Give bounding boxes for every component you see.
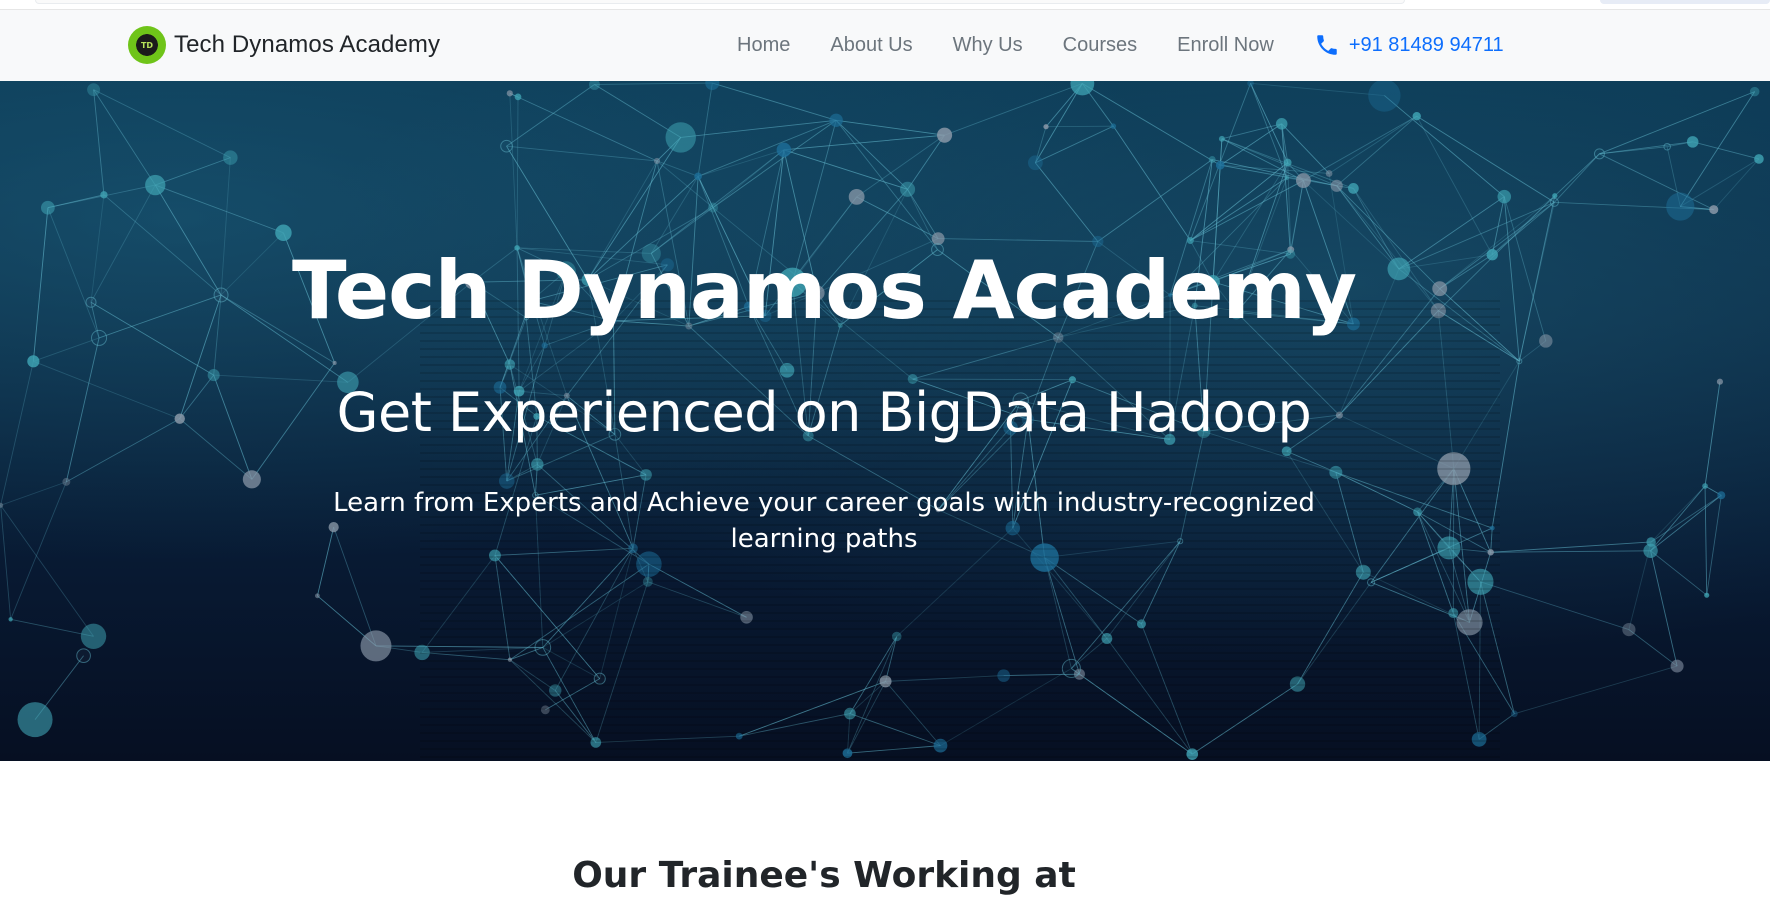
nav-link-home[interactable]: Home: [737, 34, 790, 57]
browser-top-strip: [0, 0, 1770, 10]
hero-title: Tech Dynamos Academy: [291, 244, 1357, 337]
brand-logo-icon: TD: [128, 26, 166, 64]
nav-link-about-us[interactable]: About Us: [830, 34, 912, 57]
brand-name: Tech Dynamos Academy: [174, 31, 441, 58]
brand-logo-text: TD: [140, 40, 154, 50]
nav-link-enroll-now[interactable]: Enroll Now: [1177, 34, 1274, 57]
trainees-heading: Our Trainee's Working at: [572, 854, 1076, 896]
nav-link-courses[interactable]: Courses: [1063, 34, 1137, 57]
navbar: TD Tech Dynamos Academy Home About Us Wh…: [0, 10, 1770, 81]
phone-number: +91 81489 94711: [1348, 33, 1504, 56]
hero-subtitle: Get Experienced on BigData Hadoop: [336, 381, 1312, 444]
phone-link[interactable]: +91 81489 94711: [1314, 32, 1504, 58]
nav-link-why-us[interactable]: Why Us: [953, 34, 1023, 57]
phone-icon: [1317, 35, 1337, 55]
nav-links: Home About Us Why Us Courses Enroll Now …: [737, 32, 1504, 58]
hero-section: Tech Dynamos Academy Get Experienced on …: [0, 81, 1770, 761]
navbar-brand[interactable]: TD Tech Dynamos Academy: [128, 26, 440, 64]
hero-description: Learn from Experts and Achieve your care…: [333, 488, 1315, 554]
address-bar-edge: [35, 0, 1405, 4]
hero-content: Tech Dynamos Academy Get Experienced on …: [0, 81, 1648, 761]
toolbar-edge: [1600, 0, 1770, 4]
